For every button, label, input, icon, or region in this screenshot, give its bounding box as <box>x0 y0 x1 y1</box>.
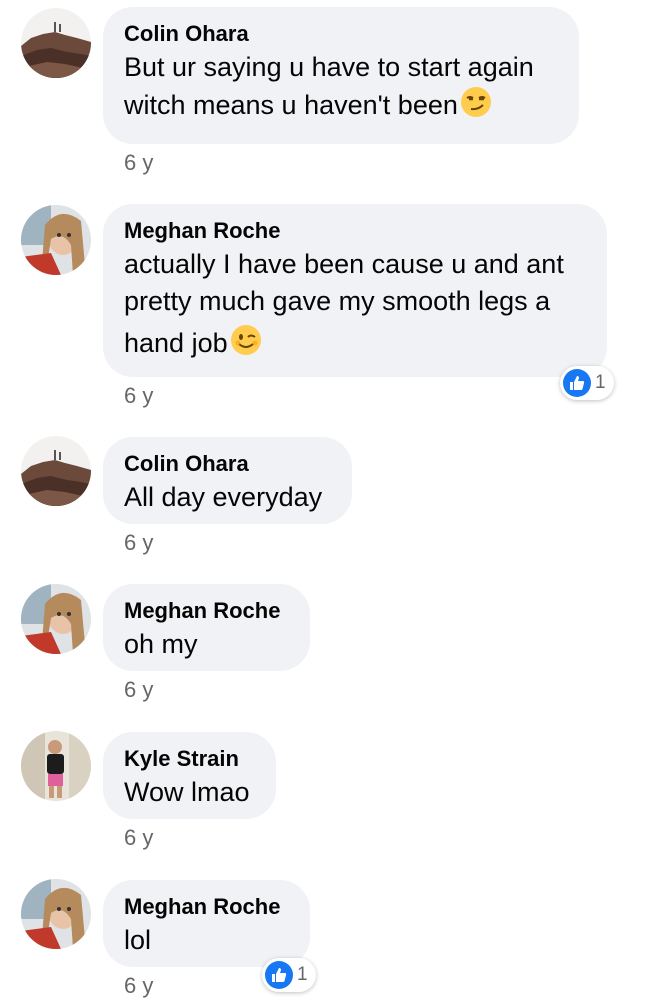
comment-text: All day everyday <box>124 479 330 516</box>
reaction-badge[interactable]: 1 <box>560 366 614 400</box>
comment-text-span: hand job <box>124 328 228 358</box>
reaction-count: 1 <box>297 964 308 985</box>
comment-author[interactable]: Colin Ohara <box>124 21 557 47</box>
comment-bubble[interactable]: Meghan Roche lol <box>103 880 310 967</box>
comment-timestamp[interactable]: 6 y <box>124 530 153 556</box>
comment-text-line: All day everyday <box>124 482 323 512</box>
comment-timestamp[interactable]: 6 y <box>124 825 153 851</box>
comment-author[interactable]: Meghan Roche <box>124 598 288 624</box>
comment-text: actually I have been cause u and ant pre… <box>124 246 585 366</box>
comment-text-line: But ur saying u have to start again <box>124 52 534 82</box>
reaction-badge[interactable]: 1 <box>262 958 316 992</box>
comment-text-span: witch means u haven't been <box>124 90 458 120</box>
comment-author[interactable]: Meghan Roche <box>124 218 585 244</box>
comment-bubble[interactable]: Meghan Roche oh my <box>103 584 310 671</box>
like-icon <box>265 961 293 989</box>
avatar[interactable] <box>21 584 91 654</box>
comment-bubble[interactable]: Meghan Roche actually I have been cause … <box>103 204 607 377</box>
avatar[interactable] <box>21 879 91 949</box>
reaction-count: 1 <box>595 372 606 393</box>
comment-bubble[interactable]: Kyle Strain Wow lmao <box>103 732 276 819</box>
comment-bubble[interactable]: Colin Ohara All day everyday <box>103 437 352 524</box>
comment-text-line: lol <box>124 925 152 955</box>
comment-author[interactable]: Meghan Roche <box>124 894 288 920</box>
comment-text: But ur saying u have to start again witc… <box>124 49 557 128</box>
like-icon <box>563 369 591 397</box>
wink-emoji-icon <box>230 324 262 366</box>
comment-timestamp[interactable]: 6 y <box>124 677 153 703</box>
avatar[interactable] <box>21 8 91 78</box>
comment-text-line: oh my <box>124 629 198 659</box>
comment-text: Wow lmao <box>124 774 254 811</box>
comment-text-line: hand job <box>124 324 585 366</box>
comment-text-line: actually I have been cause u and ant <box>124 249 564 279</box>
comment-text-line: Wow lmao <box>124 777 250 807</box>
comment-timestamp[interactable]: 6 y <box>124 973 153 999</box>
comment-author[interactable]: Kyle Strain <box>124 746 254 772</box>
comment-text-line: pretty much gave my smooth legs a <box>124 286 551 316</box>
comment-text-line: witch means u haven't been <box>124 86 557 128</box>
avatar[interactable] <box>21 205 91 275</box>
comment-author[interactable]: Colin Ohara <box>124 451 330 477</box>
comment-text: oh my <box>124 626 288 663</box>
avatar[interactable] <box>21 436 91 506</box>
avatar[interactable] <box>21 731 91 801</box>
comment-timestamp[interactable]: 6 y <box>124 150 153 176</box>
comment-bubble[interactable]: Colin Ohara But ur saying u have to star… <box>103 7 579 144</box>
comment-timestamp[interactable]: 6 y <box>124 383 153 409</box>
smirk-emoji-icon <box>460 86 492 128</box>
comment-text: lol <box>124 922 288 959</box>
